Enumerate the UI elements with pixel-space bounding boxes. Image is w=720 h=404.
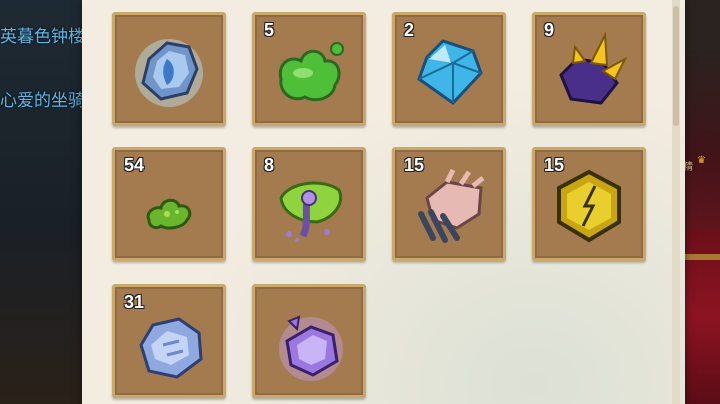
inventory-slot-purple-glowing-ore[interactable] [252, 284, 366, 398]
inventory-slot-beast-claw[interactable]: 15 [392, 147, 506, 261]
green-slime-icon [278, 42, 344, 102]
inventory-slot-green-moss[interactable]: 54 [112, 147, 226, 261]
inventory-slot-gold-hexagon-gem[interactable]: 15 [532, 147, 646, 261]
crown-icon: ♛ [697, 155, 706, 166]
gold-hexagon-gem-icon [557, 169, 621, 243]
poison-fungus-icon [279, 181, 342, 242]
scroll-thumb[interactable] [673, 6, 679, 126]
beast-claw-icon [418, 168, 485, 243]
inventory-slot-frost-ore[interactable]: 31 [112, 284, 226, 398]
quest-text-1: 英暮色钟楼 [0, 27, 85, 46]
frost-ore-icon [139, 317, 203, 379]
inventory-slot-poison-fungus[interactable]: 8 [252, 147, 366, 261]
purple-glowing-ore-icon [279, 315, 343, 381]
left-scene-panel [0, 0, 82, 404]
inventory-slot-blue-crystal-ore[interactable] [112, 12, 226, 126]
green-moss-icon [146, 198, 192, 230]
carpet-rim [680, 254, 720, 260]
quest-text-2: 心爱的坐骑 [0, 91, 85, 110]
diamond-icon [417, 39, 483, 105]
inventory-slot-diamond[interactable]: 2 [392, 12, 506, 126]
inventory-slot-green-slime[interactable]: 5 [252, 12, 366, 126]
inventory-slot-purple-gold-crystal[interactable]: 9 [532, 12, 646, 126]
purple-gold-crystal-icon [559, 31, 628, 105]
blue-crystal-ore-icon [135, 39, 203, 107]
